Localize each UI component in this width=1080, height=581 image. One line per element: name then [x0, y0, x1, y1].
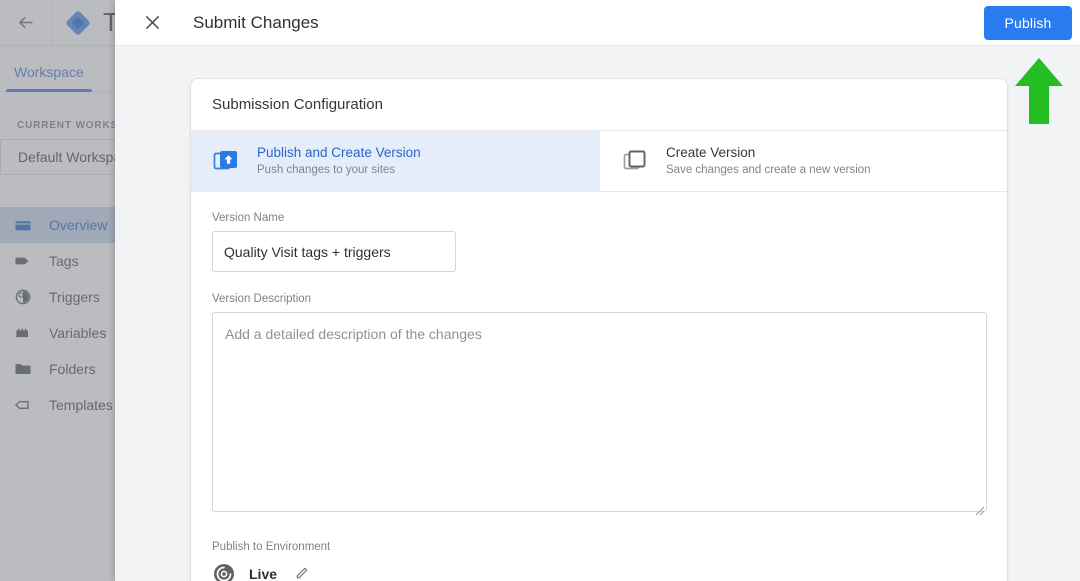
option-description: Push changes to your sites	[257, 164, 396, 176]
close-icon[interactable]	[135, 6, 169, 40]
option-description: Save changes and create a new version	[666, 164, 871, 176]
option-create-version[interactable]: Create Version Save changes and create a…	[599, 131, 1007, 191]
version-description-label: Version Description	[212, 293, 312, 305]
textarea-resize-handle[interactable]	[973, 503, 985, 516]
environment-row: Live	[212, 562, 982, 581]
version-description-wrapper	[212, 312, 987, 517]
version-description-textarea[interactable]	[212, 312, 987, 512]
modal-body: Submission Configuration Publish and Cre…	[115, 46, 1080, 581]
publish-to-environment-label: Publish to Environment	[212, 541, 331, 553]
version-name-input[interactable]	[212, 231, 456, 272]
submission-configuration-card: Submission Configuration Publish and Cre…	[190, 78, 1008, 581]
create-version-icon	[622, 148, 648, 174]
live-environment-icon	[212, 562, 236, 581]
pencil-edit-icon[interactable]	[293, 565, 311, 581]
modal-header: Submit Changes Publish	[115, 0, 1080, 46]
publish-version-icon	[213, 148, 239, 174]
option-title: Create Version	[666, 145, 756, 160]
screen-root: Tag Workspace CURRENT WORKSPACE Default …	[0, 0, 1080, 581]
environment-name: Live	[249, 566, 278, 581]
submission-options: Publish and Create Version Push changes …	[191, 130, 1007, 192]
modal-title: Submit Changes	[193, 12, 319, 32]
option-text-block: Publish and Create Version Push changes …	[257, 144, 421, 178]
card-title: Submission Configuration	[212, 96, 383, 113]
publish-button[interactable]: Publish	[984, 5, 1072, 40]
option-publish-and-create-version[interactable]: Publish and Create Version Push changes …	[191, 131, 599, 191]
version-form: Version Name Version Description Publish…	[191, 192, 1007, 581]
version-name-label: Version Name	[212, 212, 285, 224]
option-text-block: Create Version Save changes and create a…	[666, 144, 871, 178]
option-title: Publish and Create Version	[257, 145, 421, 160]
submit-changes-modal: Submit Changes Publish Submission Config…	[115, 0, 1080, 581]
